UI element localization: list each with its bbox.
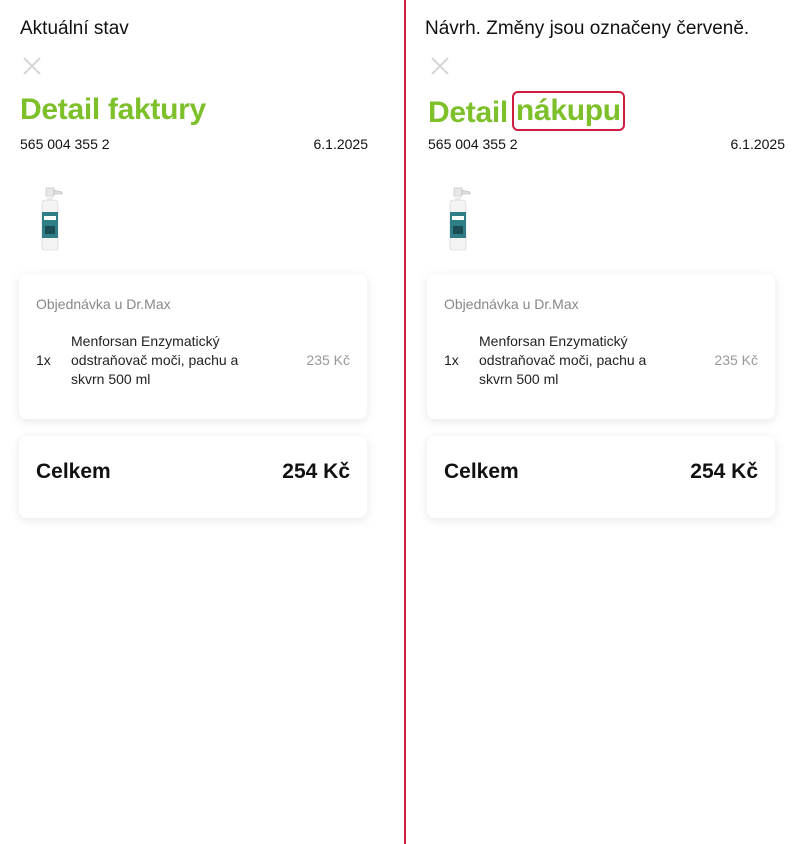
current-state-panel: Aktuální stav Detail faktury 565 004 355…	[0, 0, 398, 844]
total-card: Celkem 254 Kč	[427, 436, 775, 518]
panel-heading: Aktuální stav	[20, 18, 129, 39]
page-title: Detail faktury	[20, 93, 206, 126]
panel-divider	[404, 0, 406, 844]
total-value: 254 Kč	[282, 460, 350, 483]
total-label: Celkem	[36, 460, 111, 483]
page-title: Detail nákupu	[428, 91, 625, 133]
total-card: Celkem 254 Kč	[19, 436, 367, 518]
item-quantity: 1x	[444, 352, 459, 368]
order-items-card: Objednávka u Dr.Max 1x Menforsan Enzymat…	[427, 274, 775, 419]
item-price: 235 Kč	[306, 352, 350, 368]
title-changed-word: nákupu	[511, 91, 625, 131]
close-icon[interactable]	[430, 56, 450, 76]
panel-heading: Návrh. Změny jsou označeny červeně.	[425, 18, 750, 39]
order-date: 6.1.2025	[730, 136, 786, 152]
item-price: 235 Kč	[714, 352, 758, 368]
order-source: Objednávka u Dr.Max	[444, 296, 579, 312]
order-source: Objednávka u Dr.Max	[36, 296, 171, 312]
proposal-panel: Návrh. Změny jsou označeny červeně. Deta…	[408, 0, 798, 844]
close-icon[interactable]	[22, 56, 42, 76]
product-image	[41, 187, 63, 251]
product-image	[449, 187, 471, 251]
order-number: 565 004 355 2	[428, 136, 518, 152]
item-quantity: 1x	[36, 352, 51, 368]
order-number: 565 004 355 2	[20, 136, 110, 152]
order-date: 6.1.2025	[313, 136, 369, 152]
total-label: Celkem	[444, 460, 519, 483]
item-name: Menforsan Enzymatický odstraňovač moči, …	[479, 333, 647, 387]
order-items-card: Objednávka u Dr.Max 1x Menforsan Enzymat…	[19, 274, 367, 419]
total-value: 254 Kč	[690, 460, 758, 483]
item-name: Menforsan Enzymatický odstraňovač moči, …	[71, 333, 239, 387]
title-prefix: Detail	[428, 96, 508, 129]
